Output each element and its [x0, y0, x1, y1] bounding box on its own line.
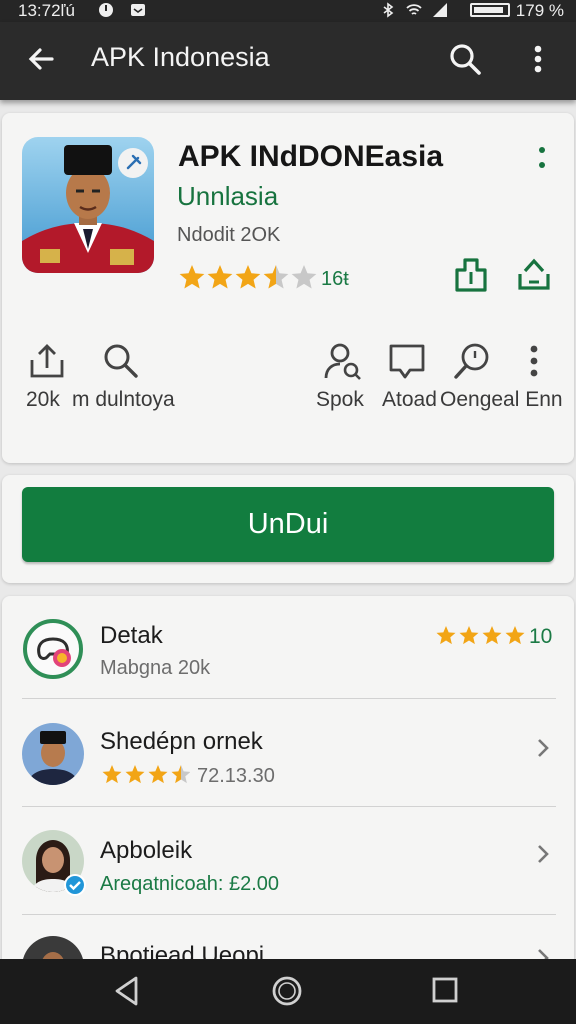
rating-stars [179, 265, 317, 289]
back-triangle-icon[interactable] [112, 974, 142, 1008]
star-icon [482, 626, 502, 645]
star-icon [102, 765, 122, 784]
search-action-icon[interactable] [100, 340, 142, 382]
system-nav-bar [0, 959, 576, 1024]
install-button[interactable]: UnDui [22, 487, 554, 562]
status-time: 13:72ľú [18, 1, 75, 20]
list-item-subtitle: 72.13.30 [197, 765, 275, 787]
star-icon [148, 765, 168, 784]
action-label-atoad: Atoad [382, 388, 437, 411]
pin-badge-icon [118, 148, 148, 178]
list-item-rating-stars [436, 626, 525, 645]
wifi-icon [406, 4, 422, 15]
developer-link[interactable]: Unnlasia [177, 181, 278, 212]
star-icon [459, 626, 479, 645]
star-icon [179, 265, 205, 289]
app-bar: APK Indonesia [0, 22, 576, 100]
battery-level [474, 7, 503, 13]
app-bar-title: APK Indonesia [91, 42, 270, 72]
list-item-title: Detak [100, 622, 163, 649]
wishlist-icon[interactable] [452, 254, 490, 294]
notification-icon [99, 3, 113, 17]
back-arrow-icon[interactable] [24, 42, 58, 76]
list-item-subtitle: Mabgna 20k [100, 657, 211, 679]
battery-icon [470, 3, 510, 17]
action-label-oengeal: Oengeal Enn [440, 388, 563, 411]
more-options-icon[interactable] [535, 145, 549, 171]
chat-bubble-icon[interactable] [386, 340, 428, 382]
action-label-download: m dulntoya [72, 388, 175, 411]
app-meta: Ndodit 2OK [177, 224, 281, 246]
list-item-title: Apboleik [100, 837, 193, 864]
star-icon [171, 765, 190, 784]
list-item-rating-value: 10 [529, 625, 553, 648]
star-icon [207, 265, 233, 289]
list-divider [22, 806, 556, 807]
star-icon [436, 626, 456, 645]
status-bar: 13:72ľú 179 % [0, 0, 576, 22]
search-icon[interactable] [446, 40, 484, 78]
related-list-card [2, 596, 574, 976]
home-circle-icon[interactable] [270, 974, 304, 1008]
more-vert-icon[interactable] [524, 42, 552, 76]
game-controller-icon [23, 619, 83, 679]
list-divider [22, 914, 556, 915]
verified-badge-icon [64, 874, 86, 896]
battery-percent: 179 % [515, 1, 564, 20]
share-up-icon[interactable] [26, 340, 68, 382]
rating-count: 16ŧ [321, 268, 349, 290]
chevron-right-icon [538, 739, 549, 757]
avatar [22, 723, 84, 785]
action-label-spok: Spok [316, 388, 364, 411]
message-icon [131, 4, 145, 16]
list-item-rating-stars [102, 765, 190, 784]
share-icon[interactable] [515, 254, 553, 294]
list-item-subtitle: Areqatnicoah: £2.00 [100, 873, 280, 895]
action-label-share: 20k [26, 388, 60, 411]
star-icon [291, 265, 317, 289]
person-search-icon[interactable] [322, 340, 364, 382]
more-vert-action-icon[interactable] [522, 340, 546, 382]
signal-icon [433, 3, 447, 17]
app-name: APK INdDONEasia [178, 140, 444, 173]
magnifier-icon[interactable] [452, 340, 494, 382]
list-divider [22, 698, 556, 699]
star-icon [505, 626, 525, 645]
recents-square-icon[interactable] [430, 974, 460, 1008]
star-icon [125, 765, 145, 784]
star-icon [263, 265, 289, 289]
list-item-title: Shedépn ornek [100, 728, 263, 755]
bluetooth-icon [383, 2, 394, 18]
chevron-right-icon [538, 845, 549, 863]
star-icon [235, 265, 261, 289]
